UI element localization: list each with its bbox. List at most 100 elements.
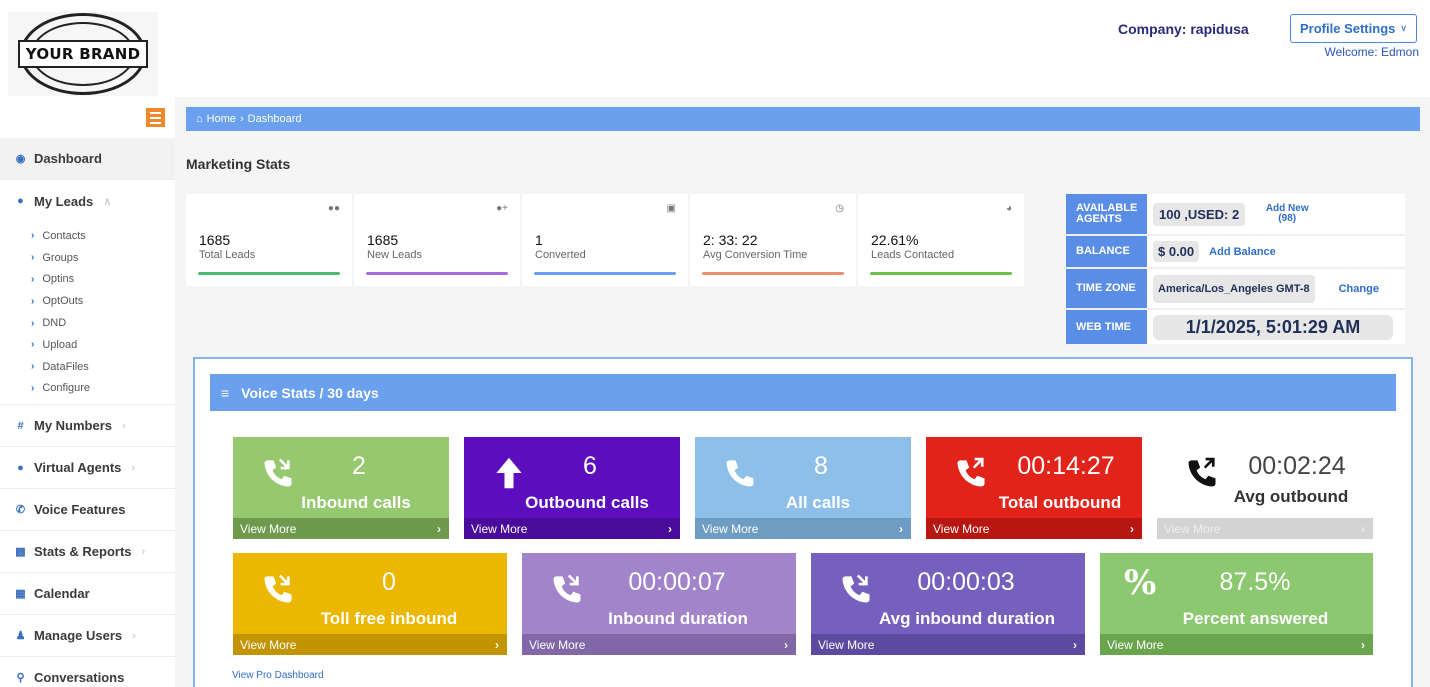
chevron-right-icon: ›	[31, 317, 35, 329]
sidebar-item-manage-users[interactable]: ♟ Manage Users ›	[0, 615, 175, 658]
subnav-item-label: Groups	[42, 251, 79, 264]
subnav-item-configure[interactable]: › Configure	[0, 378, 175, 400]
voice-stats-title: Voice Stats / 30 days	[241, 384, 379, 401]
sidebar-item-label: Virtual Agents	[34, 460, 122, 476]
phone-incoming-icon	[842, 574, 870, 603]
chevron-right-icon: ›	[1073, 637, 1077, 652]
subnav-item-optins[interactable]: › Optins	[0, 269, 175, 291]
chevron-right-icon: ›	[1130, 521, 1134, 536]
view-more-link[interactable]: View More ›	[926, 518, 1142, 539]
phone-incoming-icon	[264, 458, 292, 487]
phone-outgoing-icon	[957, 457, 985, 487]
view-more-link[interactable]: View More ›	[464, 518, 680, 539]
view-pro-dashboard-link[interactable]: View Pro Dashboard	[232, 670, 324, 681]
add-balance-link[interactable]: Add Balance	[1209, 246, 1276, 258]
sidebar-item-dashboard[interactable]: ◉ Dashboard	[0, 138, 175, 180]
percent-icon: %	[1124, 563, 1157, 603]
tile-toll-free-inbound[interactable]: 0 Toll free inbound View More ›	[233, 553, 507, 655]
tile-inbound-duration[interactable]: 00:00:07 Inbound duration View More ›	[522, 553, 796, 655]
subnav-item-groups[interactable]: › Groups	[0, 247, 175, 269]
dashboard-icon: ◉	[15, 153, 26, 165]
phone-incoming-icon	[264, 574, 292, 603]
sidebar-item-conversations[interactable]: ⚲ Conversations	[0, 657, 175, 687]
sidebar-item-calendar[interactable]: ▦ Calendar	[0, 573, 175, 616]
subnav-item-upload[interactable]: › Upload	[0, 334, 175, 356]
stat-card-avg-conversion-time[interactable]: ◷ 2: 33: 22 Avg Conversion Time	[690, 194, 856, 286]
view-more-link[interactable]: View More ›	[811, 634, 1085, 655]
chevron-right-icon: ›	[1361, 521, 1365, 536]
arrow-up-icon	[496, 457, 522, 489]
view-more-label: View More	[818, 637, 875, 652]
view-more-link[interactable]: View More ›	[695, 518, 911, 539]
sidebar-item-label: Voice Features	[34, 502, 126, 518]
logo-emblem: YOUR BRAND	[17, 13, 149, 95]
subnav-item-contacts[interactable]: › Contacts	[0, 225, 175, 247]
sidebar-item-stats-reports[interactable]: ▩ Stats & Reports ›	[0, 531, 175, 574]
stat-card-converted[interactable]: ▣ 1 Converted	[522, 194, 688, 286]
calendar-icon: ▦	[15, 588, 26, 601]
view-more-link[interactable]: View More ›	[233, 518, 449, 539]
tile-value: 6	[583, 452, 597, 480]
tile-outbound-calls[interactable]: 6 Outbound calls View More ›	[464, 437, 680, 539]
view-more-link[interactable]: View More ›	[1157, 518, 1373, 539]
tile-label: Outbound calls	[525, 493, 649, 512]
subnav-item-dnd[interactable]: › DND	[0, 312, 175, 334]
add-agents-link[interactable]: Add New (98)	[1261, 204, 1313, 224]
sidebar-item-virtual-agents[interactable]: ● Virtual Agents ›	[0, 447, 175, 490]
tile-value: 87.5%	[1219, 568, 1291, 596]
chevron-right-icon: ›	[141, 545, 146, 558]
stat-card-leads-contacted[interactable]: ◕ 22.61% Leads Contacted	[858, 194, 1024, 286]
phone-incoming-icon	[553, 574, 581, 603]
phone-icon	[726, 460, 754, 487]
chevron-right-icon: ›	[132, 629, 136, 642]
view-more-link[interactable]: View More ›	[233, 634, 507, 655]
account-info-table: AVAILABLE AGENTS 100 ,USED: 2 Add New (9…	[1066, 194, 1405, 344]
change-timezone-link[interactable]: Change	[1339, 283, 1379, 295]
breadcrumb-home[interactable]: Home	[207, 113, 236, 125]
sidebar-item-label: Stats & Reports	[34, 544, 132, 560]
stat-value: 2: 33: 22	[703, 232, 758, 248]
info-row-webtime: WEB TIME 1/1/2025, 5:01:29 AM	[1066, 310, 1405, 344]
sidebar-item-my-leads[interactable]: ● My Leads ∧	[0, 180, 175, 222]
stat-card-total-leads[interactable]: ●● 1685 Total Leads	[186, 194, 352, 286]
page-title: Marketing Stats	[186, 156, 291, 172]
phone-icon: ✆	[15, 504, 26, 517]
tile-value: 00:00:07	[628, 568, 726, 596]
view-more-link[interactable]: View More ›	[522, 634, 796, 655]
sidebar-item-my-numbers[interactable]: # My Numbers ›	[0, 405, 175, 448]
menu-toggle-icon[interactable]	[146, 108, 165, 127]
brand-logo[interactable]: YOUR BRAND	[8, 12, 158, 96]
chevron-right-icon: ›	[1361, 637, 1365, 652]
tile-label: Toll free inbound	[320, 609, 458, 628]
sidebar-item-label: Dashboard	[34, 151, 102, 166]
sidebar-item-voice-features[interactable]: ✆ Voice Features	[0, 489, 175, 532]
tile-value: 8	[814, 452, 828, 480]
bar-chart-icon: ▩	[15, 546, 26, 559]
stat-card-new-leads[interactable]: ●+ 1685 New Leads	[354, 194, 520, 286]
subnav-item-label: DataFiles	[42, 360, 89, 373]
view-more-link[interactable]: View More ›	[1100, 634, 1373, 655]
timezone-value: America/Los_Angeles GMT-8	[1153, 274, 1315, 303]
voice-stats-header: ≡ Voice Stats / 30 days	[210, 374, 1396, 411]
tile-label: Percent answered	[1182, 609, 1329, 628]
profile-settings-button[interactable]: Profile Settings ∨	[1290, 14, 1417, 43]
sidebar-item-label: Conversations	[34, 670, 125, 686]
stat-bar	[702, 272, 844, 275]
tile-avg-inbound-duration[interactable]: 00:00:03 Avg inbound duration View More ›	[811, 553, 1085, 655]
chevron-down-icon: ∨	[1400, 23, 1407, 33]
tile-all-calls[interactable]: 8 All calls View More ›	[695, 437, 911, 539]
subnav-item-datafiles[interactable]: › DataFiles	[0, 356, 175, 378]
users-icon: ●	[17, 461, 24, 474]
sidebar-item-label: My Numbers	[34, 418, 113, 434]
sidebar-item-label: My Leads	[34, 193, 94, 209]
sidebar: ◉ Dashboard ● My Leads ∧ › Contacts › Grou…	[0, 138, 175, 687]
tile-total-outbound[interactable]: 00:14:27 Total outbound View More ›	[926, 437, 1142, 539]
tile-percent-answered[interactable]: % 87.5% Percent answered View More ›	[1100, 553, 1373, 655]
chevron-right-icon: ›	[668, 521, 672, 536]
tile-avg-outbound[interactable]: 00:02:24 Avg outbound View More ›	[1157, 437, 1373, 539]
chevron-right-icon: ›	[784, 637, 788, 652]
tile-inbound-calls[interactable]: 2 Inbound calls View More ›	[233, 437, 449, 539]
stat-bar	[534, 272, 676, 275]
subnav-item-optouts[interactable]: › OptOuts	[0, 290, 175, 312]
users-icon: ●	[17, 195, 24, 207]
